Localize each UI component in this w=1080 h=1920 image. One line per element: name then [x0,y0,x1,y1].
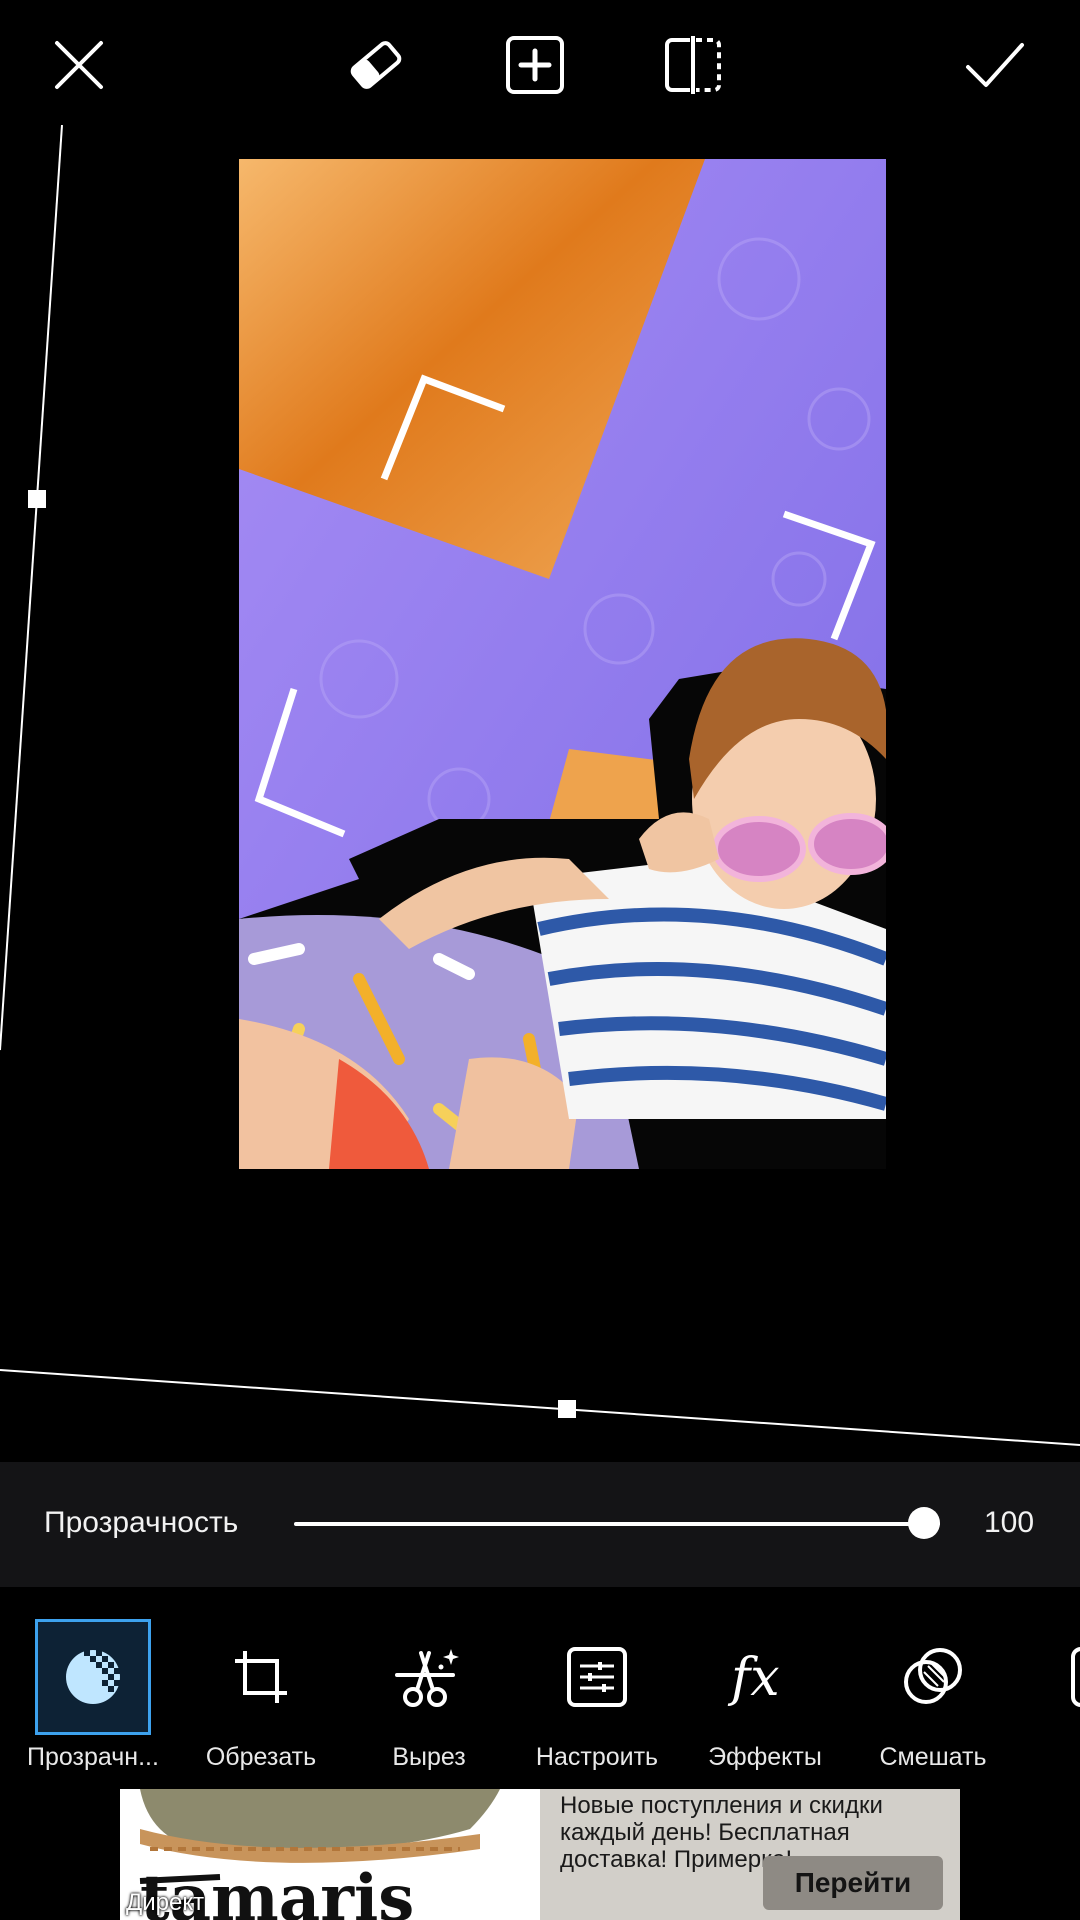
apply-button[interactable] [960,30,1030,100]
tool-label: Эффекты [708,1743,822,1771]
fx-effects-icon: fx [727,1648,780,1708]
eraser-button[interactable] [341,30,411,100]
tool-label: Гр [1006,1743,1080,1772]
opacity-label: Прозрачность [44,1506,239,1539]
tool-label: Обрезать [205,1743,317,1771]
add-layer-icon [506,36,564,94]
add-layer-button[interactable] [500,30,570,100]
transform-box[interactable] [0,125,1080,1462]
tool-cutout[interactable]: Вырез [354,1619,504,1779]
top-toolbar [0,0,1080,125]
resize-handle-left[interactable] [28,490,46,508]
tool-transparency[interactable]: Прозрачн... [18,1619,168,1779]
tool-label: Вырез [392,1743,466,1771]
close-icon [55,41,103,89]
eraser-icon [350,41,402,89]
tool-effects[interactable]: fx Эффекты [690,1619,840,1779]
opacity-slider-thumb[interactable] [908,1507,940,1539]
tool-label: Прозрачн... [27,1743,159,1771]
tool-blend[interactable]: Смешать [858,1619,1008,1779]
tool-strip: Прозрачн... Обрезать Вырез Настроить fx … [0,1587,1080,1789]
editing-canvas[interactable] [0,125,1080,1462]
tool-adjust[interactable]: Настроить [522,1619,672,1779]
close-button[interactable] [44,30,114,100]
border-icon [1071,1647,1080,1707]
ad-go-button[interactable]: Перейти [763,1856,943,1910]
tool-crop[interactable]: Обрезать [186,1619,336,1779]
tool-border[interactable]: Гр [1026,1619,1080,1779]
resize-handle-bottom[interactable] [558,1400,576,1418]
flip-button[interactable] [658,30,728,100]
tool-label: Смешать [879,1743,987,1771]
crop-icon [235,1651,287,1703]
transparency-icon [66,1650,120,1704]
opacity-slider-track[interactable] [294,1522,940,1526]
ad-direct-tag: Директ [126,1889,205,1916]
checkmark-icon [966,43,1024,87]
flip-horizontal-icon [665,36,721,94]
blend-icon [904,1648,962,1704]
ad-banner[interactable]: tamaris Новые поступления и скидки кажды… [120,1789,960,1920]
adjust-sliders-icon [567,1647,627,1707]
svg-text:fx: fx [727,1648,780,1708]
cutout-scissors-icon [395,1649,459,1707]
tool-label: Настроить [535,1743,659,1771]
opacity-value: 100 [984,1506,1035,1539]
